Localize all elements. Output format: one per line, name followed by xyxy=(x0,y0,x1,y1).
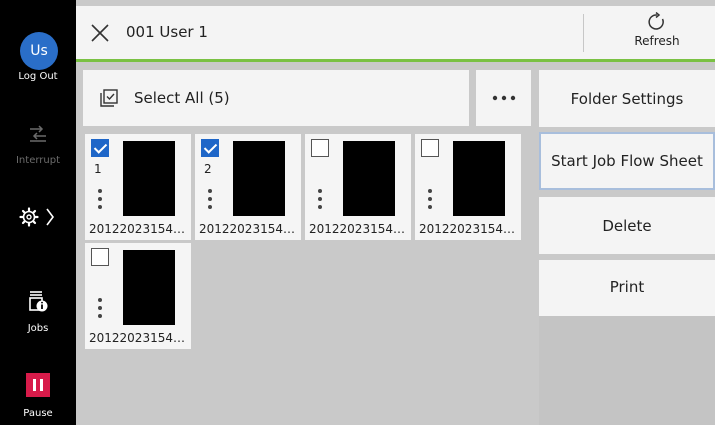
actions-empty-area xyxy=(539,316,715,425)
start-job-flow-sheet-button[interactable]: Start Job Flow Sheet xyxy=(539,132,715,190)
delete-button[interactable]: Delete xyxy=(539,197,715,254)
select-all-icon xyxy=(99,88,119,112)
file-number: 1 xyxy=(94,162,102,176)
delete-label: Delete xyxy=(602,216,652,235)
file-name: 20122023154… xyxy=(199,222,295,236)
file-name: 20122023154… xyxy=(419,222,515,236)
interrupt-icon[interactable] xyxy=(0,124,76,142)
file-menu-icon[interactable] xyxy=(98,298,102,322)
start-job-flow-label: Start Job Flow Sheet xyxy=(551,152,703,170)
file-number: 2 xyxy=(204,162,212,176)
file-tile[interactable]: 20122023154… xyxy=(85,243,191,349)
folder-settings-button[interactable]: Folder Settings xyxy=(539,70,715,127)
refresh-icon xyxy=(648,12,664,30)
refresh-label: Refresh xyxy=(634,34,680,48)
print-button[interactable]: Print xyxy=(539,260,715,317)
settings-button[interactable] xyxy=(0,206,76,228)
user-initials: Us xyxy=(30,43,48,59)
file-menu-icon[interactable] xyxy=(318,189,322,213)
file-name: 20122023154… xyxy=(89,222,185,236)
page-title: 001 User 1 xyxy=(126,23,208,41)
file-name: 20122023154… xyxy=(89,331,185,345)
file-thumbnail xyxy=(343,141,395,216)
file-thumbnail xyxy=(123,141,175,216)
folder-settings-label: Folder Settings xyxy=(570,89,684,108)
file-tile[interactable]: 20122023154… xyxy=(415,134,521,240)
refresh-button[interactable]: Refresh xyxy=(616,12,698,56)
file-menu-icon[interactable] xyxy=(428,189,432,213)
settings-icon xyxy=(19,207,54,227)
select-all-label: Select All (5) xyxy=(134,89,230,107)
file-thumbnail xyxy=(233,141,285,216)
file-menu-icon[interactable] xyxy=(208,189,212,213)
more-options-button[interactable] xyxy=(476,70,531,126)
file-thumbnail xyxy=(453,141,505,216)
file-checkbox[interactable] xyxy=(91,139,109,157)
header-divider xyxy=(583,14,584,52)
left-rail: Us Log Out Interrupt Jobs Pause xyxy=(0,0,76,425)
file-checkbox[interactable] xyxy=(311,139,329,157)
print-label: Print xyxy=(609,278,645,296)
select-all-button[interactable]: Select All (5) xyxy=(83,70,469,126)
file-checkbox[interactable] xyxy=(201,139,219,157)
file-tile[interactable]: 2 20122023154… xyxy=(195,134,301,240)
pause-label[interactable]: Pause xyxy=(0,408,76,419)
file-thumbnail xyxy=(123,250,175,325)
header-bar: 001 User 1 Refresh xyxy=(76,6,715,62)
file-checkbox[interactable] xyxy=(91,248,109,266)
interrupt-label[interactable]: Interrupt xyxy=(0,155,76,166)
file-name: 20122023154… xyxy=(309,222,405,236)
file-menu-icon[interactable] xyxy=(98,189,102,213)
jobs-icon[interactable] xyxy=(0,289,76,313)
file-tile[interactable]: 20122023154… xyxy=(305,134,411,240)
close-icon[interactable] xyxy=(89,22,111,44)
pause-icon[interactable] xyxy=(0,373,76,397)
more-icon xyxy=(492,95,515,101)
app-root: Us Log Out Interrupt Jobs Pause 001 User… xyxy=(0,0,715,425)
file-tile[interactable]: 1 20122023154… xyxy=(85,134,191,240)
file-checkbox[interactable] xyxy=(421,139,439,157)
logout-label[interactable]: Log Out xyxy=(0,71,76,82)
jobs-label[interactable]: Jobs xyxy=(0,323,76,334)
user-avatar[interactable]: Us xyxy=(20,32,58,70)
